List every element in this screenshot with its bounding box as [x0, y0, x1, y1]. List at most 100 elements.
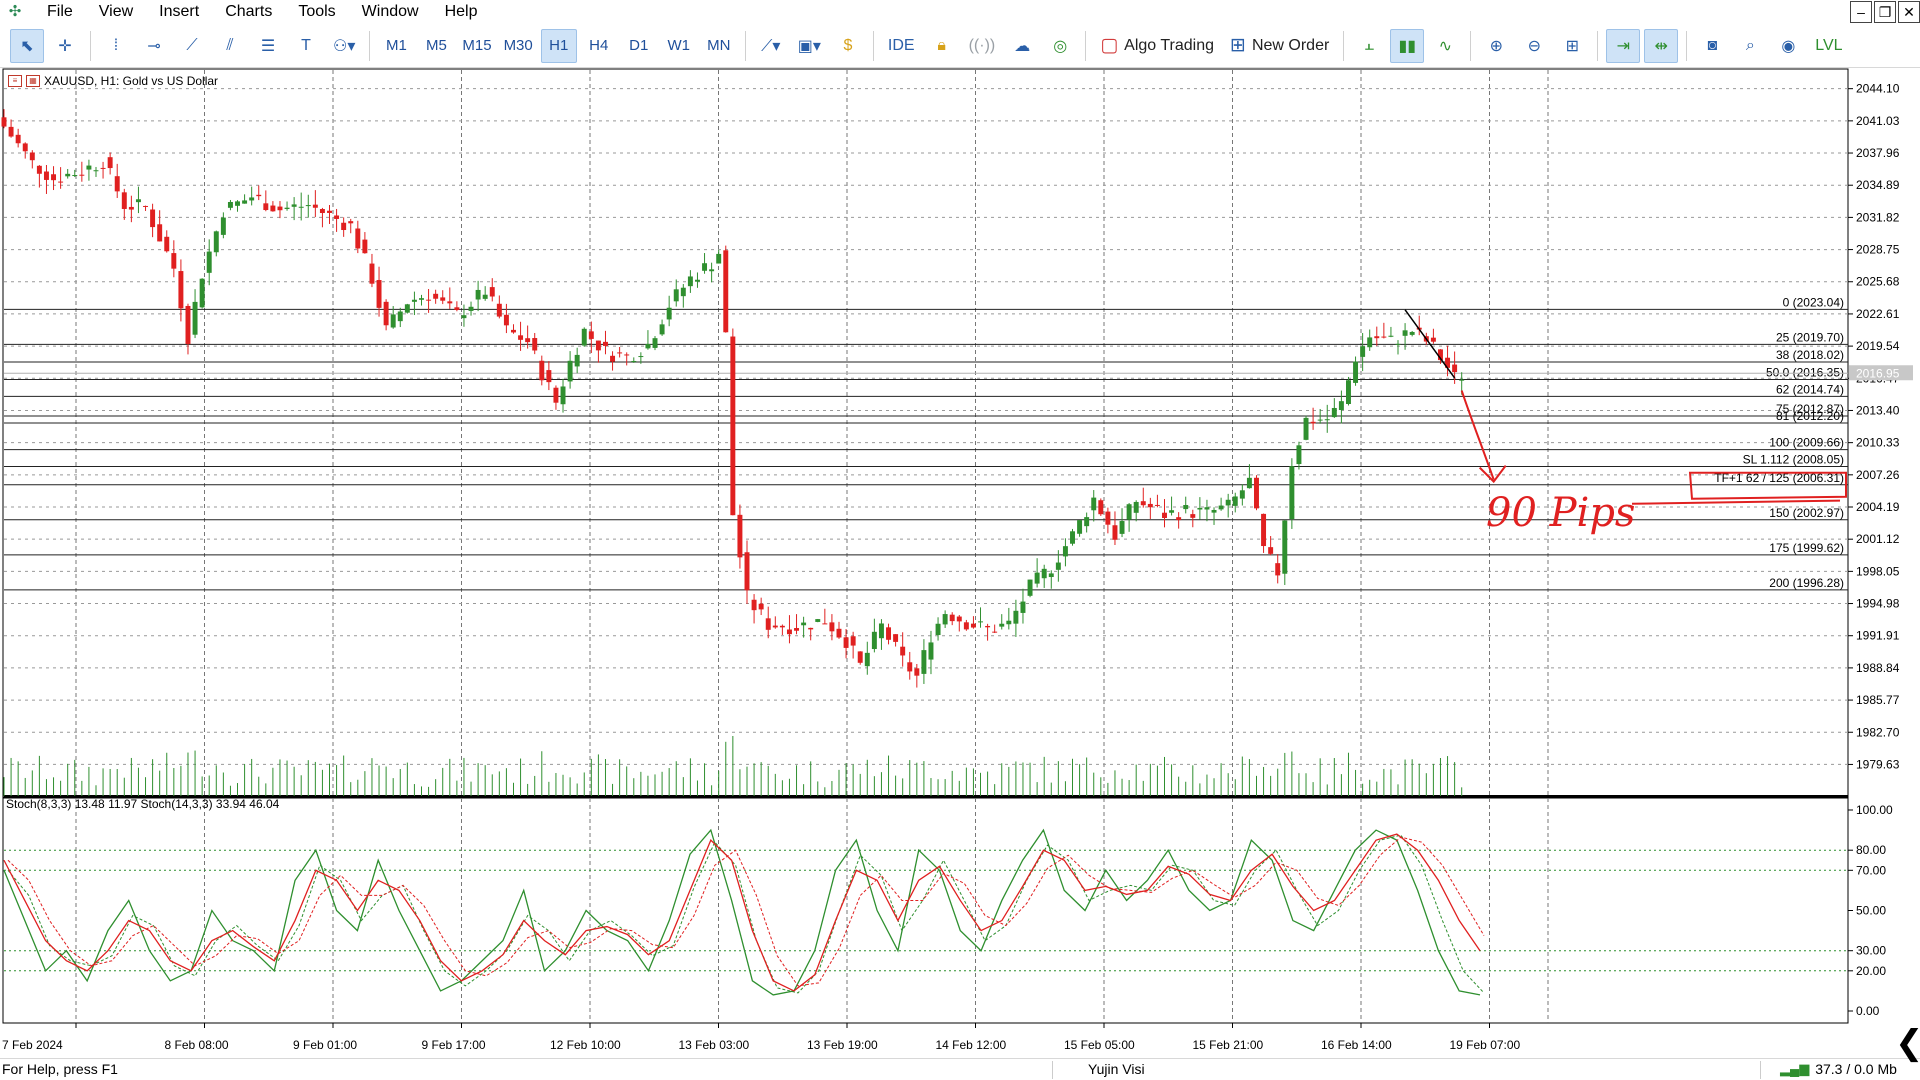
- oscillator-main-line: [3, 828, 1481, 996]
- market-button[interactable]: $: [831, 29, 865, 63]
- app-logo-icon: ✣: [8, 3, 22, 20]
- cloud-icon: ☁: [1014, 37, 1031, 55]
- candle-body: [758, 603, 764, 610]
- cursor-tool-button[interactable]: ⬉: [10, 28, 44, 63]
- trendline-button[interactable]: ⟋: [175, 29, 209, 63]
- minimize-icon[interactable]: –: [1850, 1, 1872, 23]
- menu-charts[interactable]: Charts: [212, 0, 285, 24]
- timeframe-m15[interactable]: M15: [458, 29, 495, 63]
- level-icon: LVL: [1815, 36, 1843, 54]
- candle-body: [199, 278, 205, 308]
- chart-shift-button[interactable]: ⇹: [1644, 28, 1679, 63]
- candle-body: [1430, 337, 1436, 342]
- restore-icon[interactable]: ❐: [1874, 1, 1896, 23]
- bar-chart-icon: ⫠: [1364, 36, 1375, 54]
- candle-body: [1232, 496, 1238, 506]
- cursor-icon: ⬉: [20, 37, 34, 55]
- price-tick-label: 2025.68: [1856, 275, 1900, 289]
- community-button[interactable]: ◎: [1043, 29, 1077, 63]
- timeframe-w1[interactable]: W1: [661, 29, 697, 63]
- candlesticks: [1, 109, 1465, 688]
- candle-body: [1303, 417, 1309, 440]
- templates-button[interactable]: ▣▾: [792, 29, 827, 63]
- new-order-button[interactable]: ⊞ New Order: [1224, 29, 1335, 63]
- vps-button[interactable]: ☁: [1005, 29, 1039, 63]
- candle-body: [786, 629, 792, 635]
- menu-view[interactable]: View: [86, 0, 146, 24]
- timeframe-m30[interactable]: M30: [500, 29, 537, 63]
- timeframe-m5[interactable]: M5: [418, 29, 454, 63]
- autoscroll-button[interactable]: ⇥: [1606, 28, 1641, 63]
- lock-button[interactable]: 🔒︎: [925, 29, 959, 63]
- timeframe-h1[interactable]: H1: [540, 28, 577, 63]
- ide-button[interactable]: IDE: [882, 29, 921, 63]
- text-tool-button[interactable]: T: [289, 29, 323, 63]
- candle-body: [440, 297, 446, 301]
- toolbar-separator: [1686, 30, 1688, 61]
- horizontal-line-button[interactable]: ⊸: [137, 29, 171, 63]
- fibonacci-levels[interactable]: 0 (2023.04) 25 (2019.70) 38 (2018.02) 50.0 …: [4, 295, 1848, 591]
- chart-menu-icon[interactable]: ≡: [8, 75, 22, 87]
- candle-body: [1041, 568, 1047, 579]
- candle-body: [624, 354, 630, 356]
- level-button[interactable]: LVL: [1809, 29, 1848, 63]
- price-tick-label: 1988.84: [1856, 661, 1900, 675]
- vertical-line-button[interactable]: ⁞: [99, 29, 133, 63]
- time-tick-label: 7 Feb 2024: [2, 1038, 63, 1052]
- timeframe-h4[interactable]: H4: [581, 29, 617, 63]
- menu-tools[interactable]: Tools: [285, 0, 348, 24]
- menu-help[interactable]: Help: [432, 0, 491, 24]
- shapes-button[interactable]: ⚇▾: [327, 29, 361, 63]
- price-tick-label: 2013.40: [1856, 403, 1900, 417]
- fibonacci-button[interactable]: ☰: [251, 29, 285, 63]
- fibonacci-level-label: 25 (2019.70): [1776, 330, 1844, 344]
- candle-body: [135, 199, 141, 203]
- timeframe-m1[interactable]: M1: [378, 29, 414, 63]
- bar-chart-button[interactable]: ⫠: [1352, 29, 1386, 63]
- menu-insert[interactable]: Insert: [146, 0, 212, 24]
- algo-trading-label: Algo Trading: [1124, 36, 1215, 54]
- chevron-left-icon[interactable]: ❮: [1895, 1026, 1920, 1060]
- oscillator-tick-label: 100.00: [1856, 803, 1893, 817]
- time-tick-label: 12 Feb 10:00: [550, 1038, 621, 1052]
- window-controls: – ❐ ✕: [1848, 0, 1920, 24]
- algo-trading-button[interactable]: ▢ Algo Trading: [1094, 29, 1220, 63]
- menu-file[interactable]: File: [34, 0, 86, 24]
- candle-body: [857, 651, 863, 663]
- status-separator: [1052, 1061, 1053, 1079]
- candle-body: [970, 623, 976, 628]
- account-button[interactable]: ◉: [1771, 29, 1805, 63]
- channel-button[interactable]: ⫽: [213, 29, 247, 63]
- candle-body: [433, 293, 439, 299]
- indicators-button[interactable]: ⟋▾: [754, 29, 788, 63]
- price-chart[interactable]: 0 (2023.04) 25 (2019.70) 38 (2018.02) 50.0 …: [0, 68, 1920, 1058]
- candle-body: [602, 341, 608, 346]
- candle-body: [468, 306, 474, 311]
- candle-body: [51, 174, 57, 181]
- zoom-in-button[interactable]: ⊕: [1479, 29, 1513, 63]
- candle-body: [143, 205, 149, 207]
- close-icon[interactable]: ✕: [1898, 1, 1920, 23]
- search-button[interactable]: ⌕: [1733, 29, 1767, 63]
- tile-windows-button[interactable]: ⊞: [1555, 29, 1589, 63]
- candle-chart-button[interactable]: ▮▮: [1390, 28, 1425, 63]
- price-tick-label: 2034.89: [1856, 178, 1900, 192]
- timeframe-d1[interactable]: D1: [621, 29, 657, 63]
- line-chart-button[interactable]: ∿: [1428, 29, 1462, 63]
- candle-body: [270, 205, 276, 212]
- fibonacci-level-label: 50.0 (2016.35): [1766, 366, 1844, 380]
- menu-window[interactable]: Window: [349, 0, 432, 24]
- crosshair-tool-button[interactable]: ✛: [48, 29, 82, 63]
- zoom-out-button[interactable]: ⊖: [1517, 29, 1551, 63]
- chart-window[interactable]: 0 (2023.04) 25 (2019.70) 38 (2018.02) 50.0 …: [0, 68, 1920, 1058]
- candle-body: [666, 307, 672, 320]
- candle-body: [765, 618, 771, 630]
- toolbar-separator: [1597, 30, 1599, 61]
- candle-body: [1395, 343, 1401, 345]
- signals-button[interactable]: ((·)): [963, 29, 1002, 63]
- screenshot-button[interactable]: ◙: [1695, 29, 1729, 63]
- candle-body: [334, 215, 340, 219]
- candle-body: [1020, 601, 1026, 613]
- timeframe-mn[interactable]: MN: [701, 29, 737, 63]
- candle-body: [659, 324, 665, 335]
